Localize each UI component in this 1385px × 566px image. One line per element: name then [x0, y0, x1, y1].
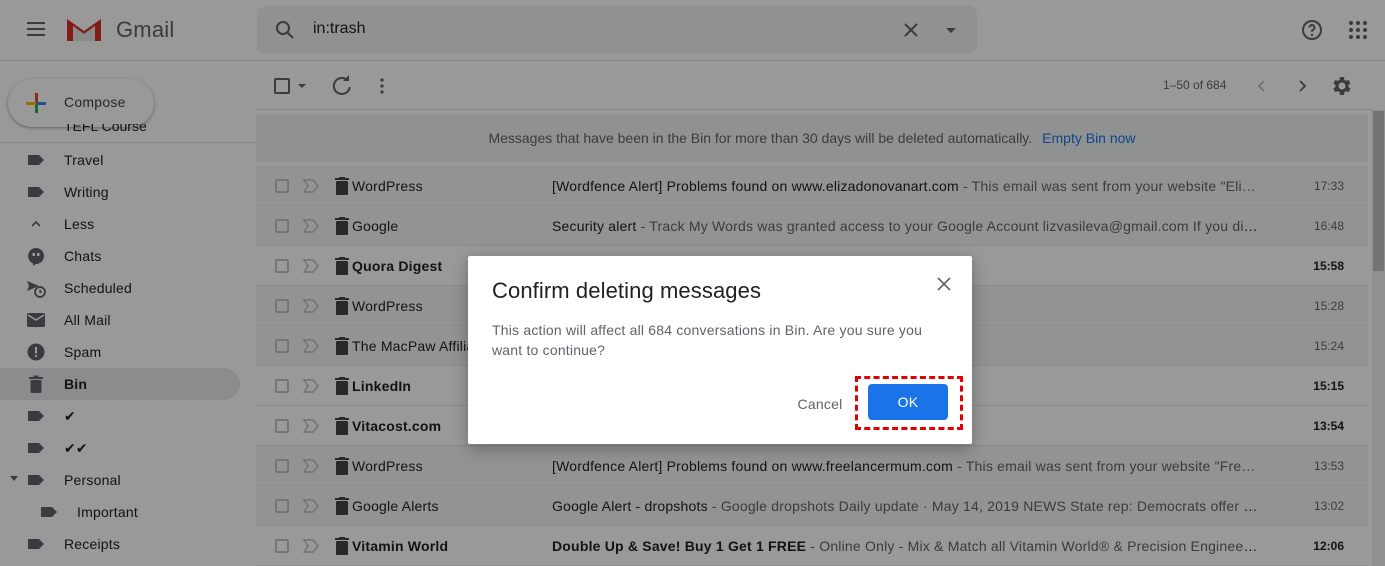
confirm-delete-dialog: Confirm deleting messages This action wi… [468, 256, 972, 444]
dialog-title: Confirm deleting messages [492, 278, 762, 303]
dialog-message: This action will affect all 684 conversa… [492, 322, 923, 358]
cancel-button[interactable]: Cancel [786, 386, 854, 422]
close-icon[interactable] [934, 274, 954, 294]
ok-button[interactable]: OK [868, 384, 948, 420]
